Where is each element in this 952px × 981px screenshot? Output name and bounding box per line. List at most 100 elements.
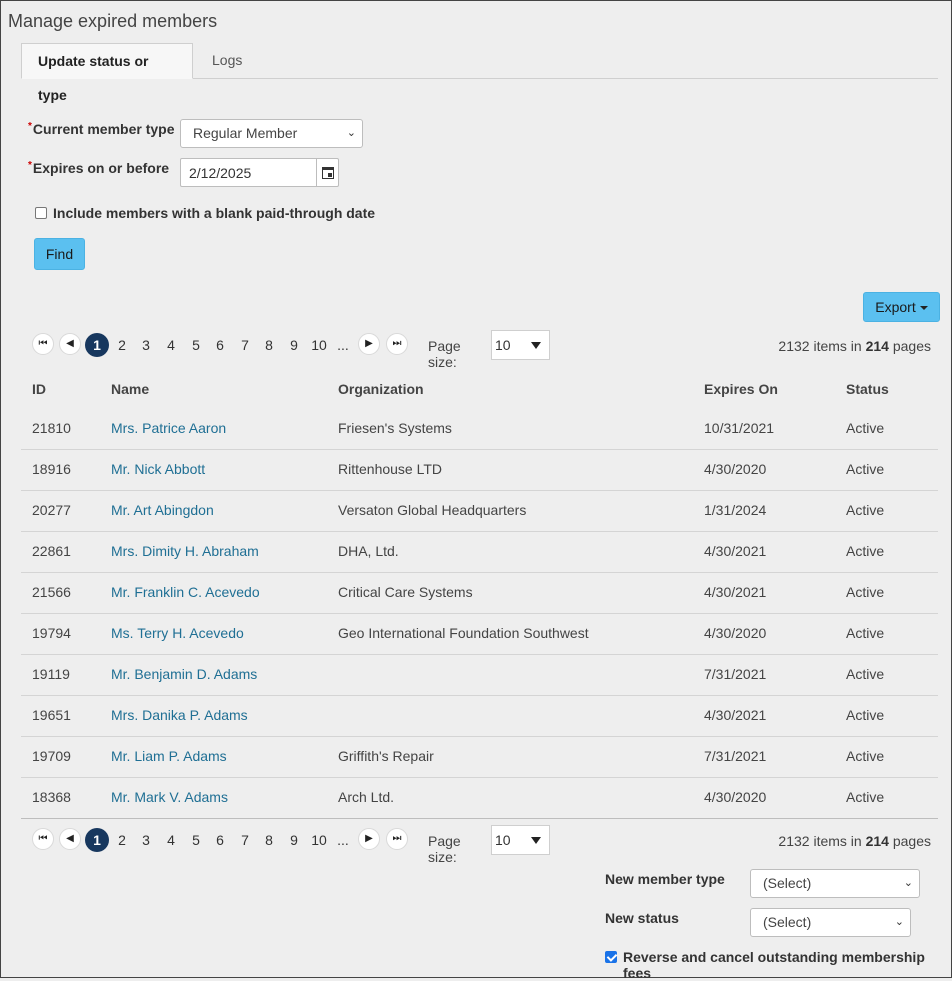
page-size-value: 10 [495,832,511,848]
page-size-select[interactable]: 10 [491,330,550,360]
cell-expires-on: 7/31/2021 [704,748,767,764]
blank-date-checkbox[interactable] [35,207,47,219]
tab-update-status-or-type[interactable]: Update status or type [21,43,193,103]
triangle-down-icon [531,342,541,349]
column-header-name[interactable]: Name [111,381,149,397]
export-button[interactable]: Export [863,292,940,322]
cell-status: Active [846,625,885,641]
member-name-link[interactable]: Ms. Terry H. Acevedo [111,625,244,641]
page-6[interactable]: 6 [208,333,232,357]
expires-date-value: 2/12/2025 [189,165,252,181]
page-4[interactable]: 4 [159,828,183,852]
calendar-icon[interactable] [316,159,338,186]
cell-expires-on: 4/30/2020 [704,461,767,477]
cell-organization: Versaton Global Headquarters [338,502,527,518]
cell-expires-on: 10/31/2021 [704,420,775,436]
cell-status: Active [846,584,885,600]
column-header-id[interactable]: ID [32,381,46,397]
cell-id: 19119 [32,666,70,682]
member-name-link[interactable]: Mr. Benjamin D. Adams [111,666,257,682]
page-4[interactable]: 4 [159,333,183,357]
page-7[interactable]: 7 [233,828,257,852]
page-1[interactable]: 1 [85,828,109,852]
column-header-status[interactable]: Status [846,381,889,397]
page-8[interactable]: 8 [257,333,281,357]
page-5[interactable]: 5 [184,333,208,357]
member-name-link[interactable]: Mrs. Patrice Aaron [111,420,226,436]
page-ellipsis[interactable]: ... [331,333,355,357]
pager-info-top: 2132 items in 214 pages [778,338,931,354]
page-9[interactable]: 9 [282,333,306,357]
member-name-link[interactable]: Mr. Liam P. Adams [111,748,227,764]
last-page-icon[interactable]: ⏭ [386,333,408,355]
pager-info-bottom: 2132 items in 214 pages [778,833,931,849]
caret-down-icon [919,306,928,311]
cell-organization: Geo International Foundation Southwest [338,625,589,641]
page-1[interactable]: 1 [85,333,109,357]
member-name-link[interactable]: Mr. Nick Abbott [111,461,205,477]
cell-id: 20277 [32,502,71,518]
cell-status: Active [846,789,885,805]
next-page-icon[interactable]: ▶ [358,333,380,355]
prev-page-icon[interactable]: ◀ [59,333,81,355]
table-row: 21566 Mr. Franklin C. Acevedo Critical C… [21,573,938,614]
member-name-link[interactable]: Mrs. Dimity H. Abraham [111,543,259,559]
cell-id: 19651 [32,707,71,723]
current-member-type-label: *Current member type [28,121,175,137]
chevron-down-icon: ⌄ [903,877,913,889]
current-member-type-select[interactable]: Regular Member ⌄ [180,119,363,148]
find-button[interactable]: Find [34,238,85,270]
page-9[interactable]: 9 [282,828,306,852]
cell-status: Active [846,461,885,477]
page-ellipsis[interactable]: ... [331,828,355,852]
new-member-type-value: (Select) [763,875,812,891]
expires-date-input[interactable]: 2/12/2025 [180,158,339,187]
cell-organization: Arch Ltd. [338,789,395,805]
page-6[interactable]: 6 [208,828,232,852]
member-name-link[interactable]: Mr. Art Abingdon [111,502,214,518]
cell-organization: DHA, Ltd. [338,543,399,559]
first-page-icon[interactable]: ⏮ [32,828,54,850]
new-status-label: New status [605,910,679,926]
page-size-label: Page size: [428,833,461,865]
page-8[interactable]: 8 [257,828,281,852]
chevron-down-icon: ⌄ [346,127,356,139]
next-page-icon[interactable]: ▶ [358,828,380,850]
cell-organization: Friesen's Systems [338,420,452,436]
cell-id: 18368 [32,789,71,805]
cell-id: 22861 [32,543,71,559]
cell-status: Active [846,707,885,723]
reverse-fees-checkbox[interactable] [605,951,617,963]
tab-logs[interactable]: Logs [196,43,258,79]
page-3[interactable]: 3 [134,333,158,357]
last-page-icon[interactable]: ⏭ [386,828,408,850]
table-row: 19119 Mr. Benjamin D. Adams 7/31/2021 Ac… [21,655,938,696]
page-2[interactable]: 2 [110,828,134,852]
column-header-organization[interactable]: Organization [338,381,424,397]
new-status-select[interactable]: (Select) ⌄ [750,908,911,937]
new-member-type-select[interactable]: (Select) ⌄ [750,869,920,898]
cell-status: Active [846,502,885,518]
page-size-select[interactable]: 10 [491,825,550,855]
page-10[interactable]: 10 [307,333,331,357]
blank-date-label: Include members with a blank paid-throug… [53,205,376,221]
page-10[interactable]: 10 [307,828,331,852]
required-marker: * [28,160,32,171]
page-5[interactable]: 5 [184,828,208,852]
cell-expires-on: 1/31/2024 [704,502,767,518]
first-page-icon[interactable]: ⏮ [32,333,54,355]
table-row: 22861 Mrs. Dimity H. Abraham DHA, Ltd. 4… [21,532,938,573]
page-2[interactable]: 2 [110,333,134,357]
prev-page-icon[interactable]: ◀ [59,828,81,850]
member-name-link[interactable]: Mrs. Danika P. Adams [111,707,248,723]
cell-expires-on: 4/30/2021 [704,584,767,600]
member-name-link[interactable]: Mr. Mark V. Adams [111,789,228,805]
page-7[interactable]: 7 [233,333,257,357]
table-row: 21810 Mrs. Patrice Aaron Friesen's Syste… [21,409,938,450]
page-size-value: 10 [495,337,511,353]
column-header-expires-on[interactable]: Expires On [704,381,778,397]
member-name-link[interactable]: Mr. Franklin C. Acevedo [111,584,260,600]
chevron-down-icon: ⌄ [894,916,904,928]
page-3[interactable]: 3 [134,828,158,852]
table-row: 19709 Mr. Liam P. Adams Griffith's Repai… [21,737,938,778]
